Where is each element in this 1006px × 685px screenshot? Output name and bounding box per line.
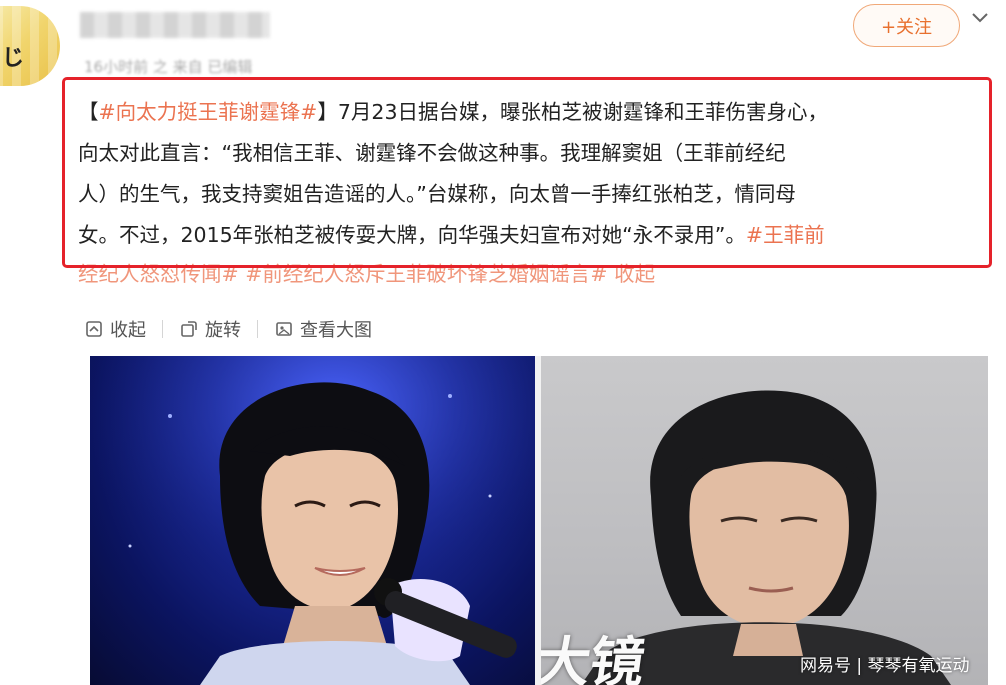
image-action-bar: 收起 旋转 查看大图 <box>84 316 372 342</box>
singer-illustration <box>90 356 535 685</box>
rotate-icon <box>179 319 199 339</box>
photo-woman[interactable]: 大镜 <box>541 356 988 685</box>
view-large-label: 查看大图 <box>300 320 372 341</box>
divider <box>257 320 258 338</box>
chevron-down-icon[interactable] <box>968 6 992 30</box>
divider <box>162 320 163 338</box>
post-meta: 16小时前 之 来自 已编辑 <box>84 58 253 74</box>
photo-singer[interactable] <box>90 356 535 685</box>
collapse-action[interactable]: 收起 <box>84 316 146 342</box>
collapse-icon <box>84 319 104 339</box>
avatar[interactable]: じ <box>0 6 60 86</box>
username-blurred[interactable] <box>80 12 270 38</box>
red-highlight-box <box>62 77 992 268</box>
view-large-action[interactable]: 查看大图 <box>274 316 372 342</box>
rotate-action[interactable]: 旋转 <box>179 316 241 342</box>
watermark: 网易号 | 琴琴有氧运动 <box>800 656 970 676</box>
collapse-label: 收起 <box>110 320 146 341</box>
view-large-icon <box>274 319 294 339</box>
avatar-glyph: じ <box>2 46 25 71</box>
calligraphy-overlay: 大镜 <box>541 630 649 685</box>
follow-button[interactable]: +关注 <box>853 4 960 47</box>
rotate-label: 旋转 <box>205 320 241 341</box>
